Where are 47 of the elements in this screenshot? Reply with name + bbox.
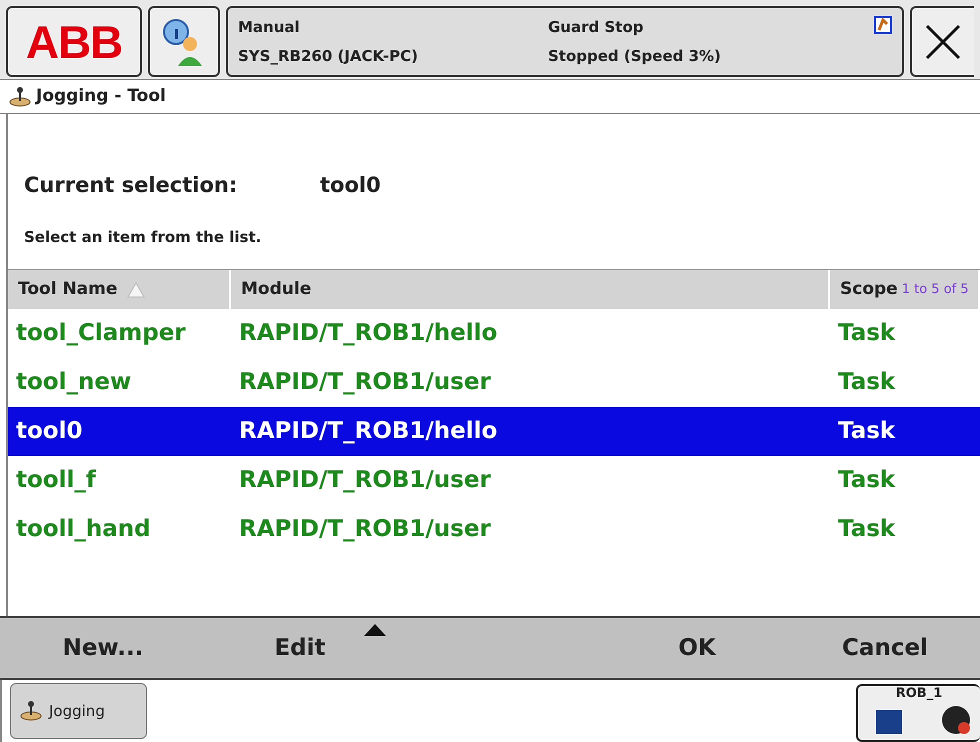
command-button[interactable]: OK xyxy=(637,618,757,678)
instruction-text: Select an item from the list. xyxy=(24,226,262,248)
command-button[interactable]: Edit xyxy=(206,618,394,678)
quickset-button[interactable]: ROB_1 xyxy=(856,684,980,742)
status-panel[interactable]: Manual SYS_RB260 (JACK-PC) Guard Stop Stopped (Speed 3%) xyxy=(226,6,904,77)
sort-ascending-icon xyxy=(127,282,146,298)
robot-status-icon xyxy=(874,16,892,34)
program-state: Stopped (Speed 3%) xyxy=(548,46,722,67)
operating-mode: Manual xyxy=(238,16,301,38)
taskbar-button[interactable]: Jogging xyxy=(10,683,147,739)
table-row[interactable]: tool_new RAPID/T_ROB1/user Task xyxy=(8,358,980,407)
table-row[interactable]: tool0 RAPID/T_ROB1/hello Task xyxy=(8,407,980,456)
expand-up-icon[interactable] xyxy=(364,624,386,636)
table-cell-text: Task xyxy=(837,368,896,398)
info-person-icon[interactable] xyxy=(148,6,220,77)
table-cell-text: RAPID/T_ROB1/user xyxy=(238,466,492,496)
table-cell-text: Task xyxy=(837,466,896,496)
abb-logo[interactable]: ABB xyxy=(6,6,142,77)
table-cell-text: tool_new xyxy=(15,368,132,398)
table-row[interactable]: tooll_f RAPID/T_ROB1/user Task xyxy=(8,456,980,505)
table-cell-text: RAPID/T_ROB1/user xyxy=(238,368,492,398)
table-cell-text: Task xyxy=(837,515,896,544)
joystick-icon xyxy=(19,700,43,722)
command-button[interactable]: New... xyxy=(0,618,206,678)
system-name: SYS_RB260 (JACK-PC) xyxy=(238,46,419,67)
window-title: Jogging - Tool xyxy=(36,84,166,108)
close-button[interactable] xyxy=(910,6,974,77)
table-cell-text: tool0 xyxy=(15,417,84,446)
current-selection-value: tool0 xyxy=(320,172,381,199)
table-cell-text: tool_Clamper xyxy=(15,319,187,348)
table-row[interactable]: tool_Clamper RAPID/T_ROB1/hello Task xyxy=(8,309,980,358)
command-button[interactable]: Cancel xyxy=(790,618,980,678)
column-header[interactable]: Module xyxy=(231,270,830,309)
table-cell-text: tooll_f xyxy=(15,466,98,496)
table-cell-text: Task xyxy=(837,417,896,446)
table-cell-text: RAPID/T_ROB1/user xyxy=(238,515,492,544)
current-selection-label: Current selection: xyxy=(24,172,238,199)
column-header[interactable]: Tool Name xyxy=(8,270,231,309)
column-header[interactable]: Scope 1 to 5 of 5 xyxy=(830,270,980,309)
table-cell-text: tooll_hand xyxy=(15,515,152,544)
controller-state: Guard Stop xyxy=(548,16,644,38)
table-row[interactable]: tooll_hand RAPID/T_ROB1/user Task xyxy=(8,505,980,554)
row-count: 1 to 5 of 5 xyxy=(902,280,969,299)
table-cell-text: RAPID/T_ROB1/hello xyxy=(238,319,498,348)
table-cell-text: RAPID/T_ROB1/hello xyxy=(238,417,498,446)
table-cell-text: Task xyxy=(837,319,896,348)
joystick-icon xyxy=(8,86,32,108)
